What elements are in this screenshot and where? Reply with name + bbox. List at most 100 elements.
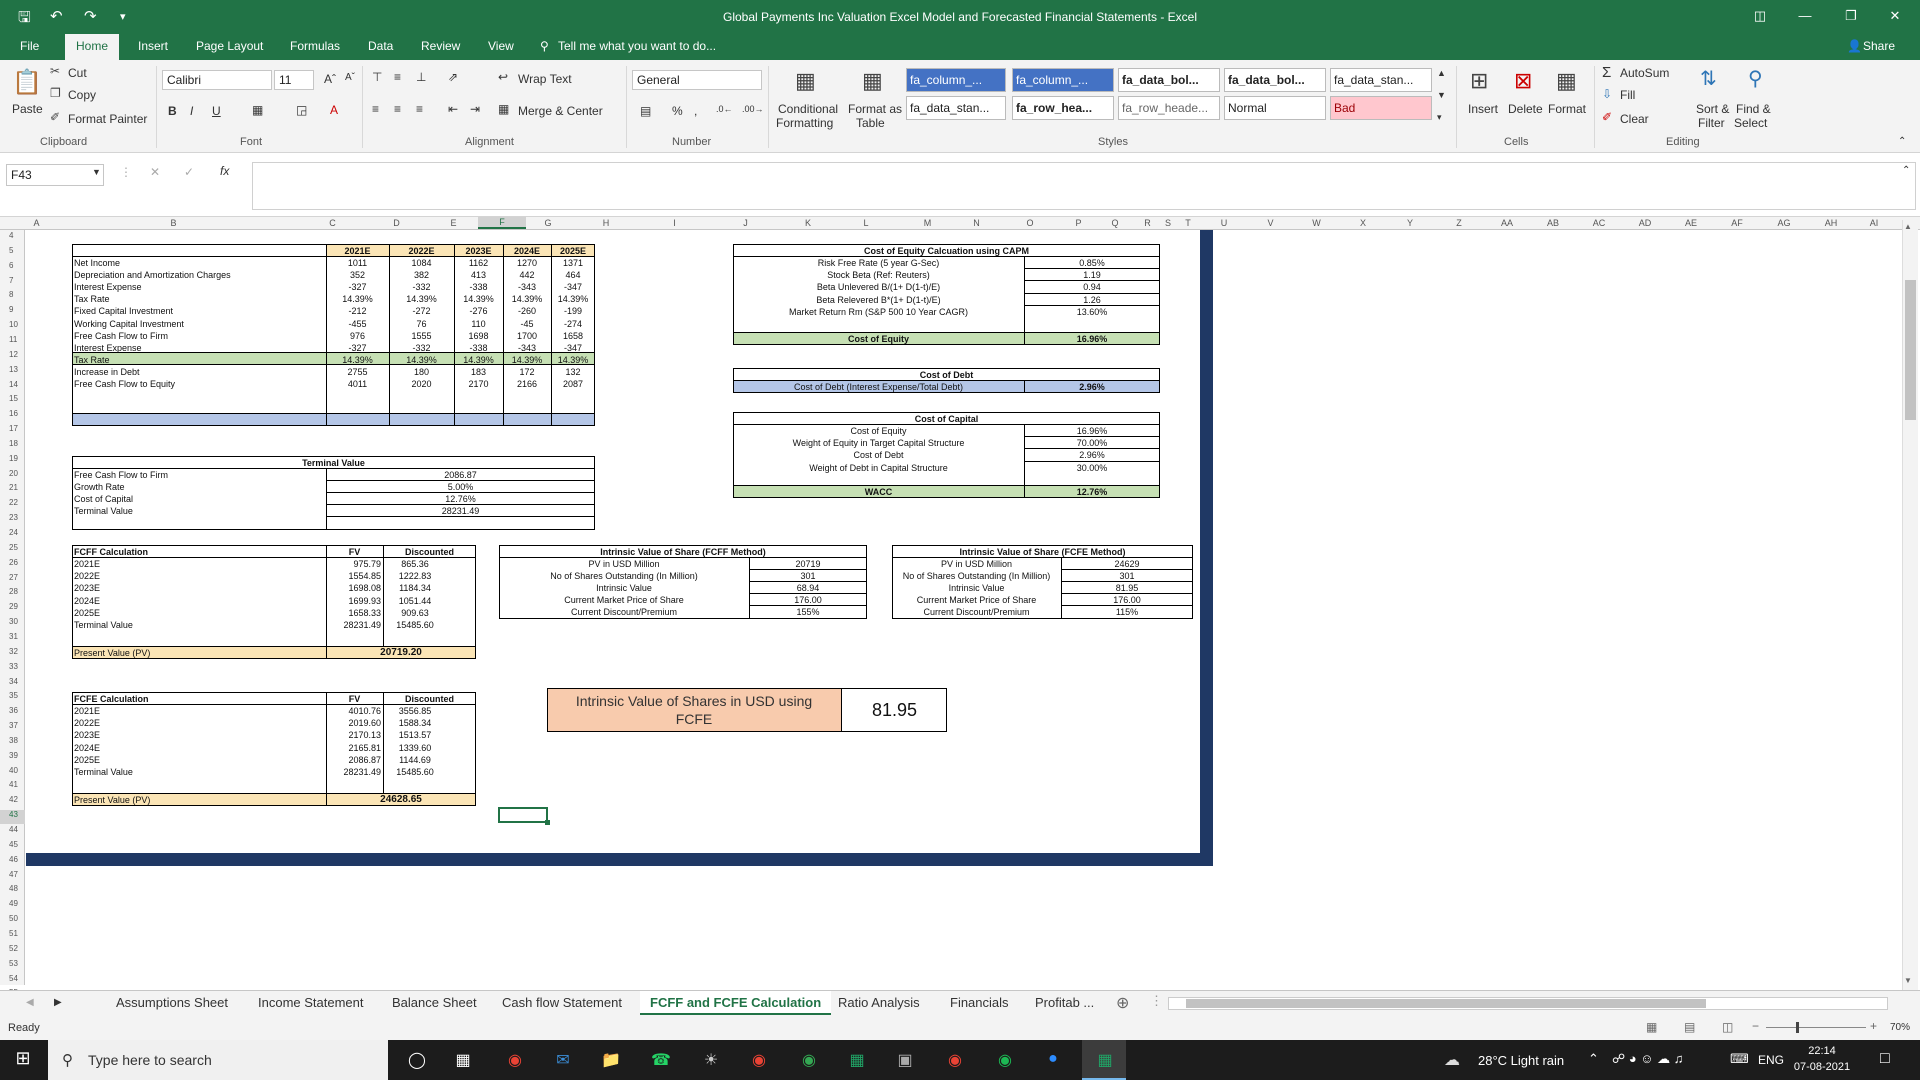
column-header-J[interactable]: J [707, 218, 784, 228]
row-header-18[interactable]: 18 [0, 439, 25, 453]
cut-icon[interactable]: ✂ [50, 64, 60, 78]
scroll-down-icon[interactable]: ▼ [1904, 976, 1912, 985]
autosum-icon[interactable]: Σ [1602, 64, 1611, 81]
column-header-O[interactable]: O [998, 218, 1062, 228]
cut-button[interactable]: Cut [68, 66, 87, 80]
tell-me-search[interactable]: Tell me what you want to do... [558, 39, 716, 53]
style-normal[interactable]: Normal [1224, 96, 1326, 120]
collapse-ribbon-icon[interactable]: ⌃ [1898, 136, 1906, 147]
whatsapp-icon[interactable]: ☎ [646, 1050, 676, 1070]
sheet-tab[interactable]: Income Statement [258, 995, 364, 1010]
row-header-41[interactable]: 41 [0, 780, 25, 794]
styles-scroll-up-icon[interactable]: ▲ [1437, 68, 1446, 78]
zoom-in-icon[interactable]: + [1870, 1019, 1877, 1033]
row-header-16[interactable]: 16 [0, 409, 25, 423]
row-header-23[interactable]: 23 [0, 513, 25, 527]
style-bad[interactable]: Bad [1330, 96, 1432, 120]
font-size-combo[interactable]: 11 [274, 70, 314, 90]
format-painter-icon[interactable]: ✐ [50, 110, 60, 124]
cancel-entry-icon[interactable]: ✕ [150, 165, 160, 179]
insert-function-icon[interactable]: fx [220, 164, 229, 178]
row-header-42[interactable]: 42 [0, 795, 25, 809]
app-2-icon[interactable]: ▣ [890, 1050, 920, 1070]
column-header-R[interactable]: R [1135, 218, 1160, 228]
column-header-AH[interactable]: AH [1808, 218, 1854, 228]
zoom-app-icon[interactable]: ● [1038, 1050, 1068, 1068]
column-header-Q[interactable]: Q [1095, 218, 1135, 228]
row-header-34[interactable]: 34 [0, 677, 25, 691]
conditional-formatting-button[interactable]: Conditional [778, 102, 838, 116]
sheet-tab[interactable]: Assumptions Sheet [116, 995, 228, 1010]
row-header-12[interactable]: 12 [0, 350, 25, 364]
ribbon-display-icon[interactable]: ◫ [1745, 8, 1775, 24]
row-header-36[interactable]: 36 [0, 706, 25, 720]
page-break-view-icon[interactable]: ◫ [1722, 1020, 1733, 1034]
tab-page-layout[interactable]: Page Layout [196, 39, 263, 53]
row-header-30[interactable]: 30 [0, 617, 25, 631]
format-cells-icon[interactable]: ▦ [1556, 68, 1577, 94]
column-header-AI[interactable]: AI [1854, 218, 1894, 228]
row-header-37[interactable]: 37 [0, 721, 25, 735]
row-header-11[interactable]: 11 [0, 335, 25, 349]
tab-view[interactable]: View [488, 39, 514, 53]
formula-bar-collapse-icon[interactable]: ⌃ [1902, 165, 1910, 176]
column-header-C[interactable]: C [301, 218, 364, 228]
mail-icon[interactable]: ✉ [548, 1050, 578, 1070]
sort-filter-button[interactable]: Sort & [1696, 102, 1729, 116]
language-indicator[interactable]: ENG [1758, 1053, 1784, 1067]
chrome-icon[interactable]: ◉ [500, 1050, 530, 1070]
weather-text[interactable]: 28°C Light rain [1478, 1053, 1564, 1068]
format-as-table-icon[interactable]: ▦ [862, 68, 883, 94]
column-header-F[interactable]: F [478, 217, 526, 229]
grow-font-icon[interactable]: Aˆ [324, 72, 336, 86]
row-header-52[interactable]: 52 [0, 944, 25, 958]
row-header-44[interactable]: 44 [0, 825, 25, 839]
merge-center-button[interactable]: Merge & Center [518, 104, 603, 118]
row-header-35[interactable]: 35 [0, 691, 25, 705]
paste-button[interactable]: Paste [12, 102, 43, 116]
comma-icon[interactable]: , [694, 104, 697, 118]
delete-cells-button[interactable]: Delete [1508, 102, 1543, 116]
row-header-15[interactable]: 15 [0, 394, 25, 408]
align-center-icon[interactable]: ≡ [394, 102, 401, 116]
clock-date[interactable]: 07-08-2021 [1792, 1061, 1852, 1073]
column-header-T[interactable]: T [1176, 218, 1200, 228]
row-header-53[interactable]: 53 [0, 959, 25, 973]
notifications-icon[interactable]: □ [1880, 1050, 1890, 1068]
app-icon[interactable]: ☀ [696, 1050, 726, 1070]
row-header-49[interactable]: 49 [0, 899, 25, 913]
sheets-icon[interactable]: ▦ [842, 1050, 872, 1070]
align-right-icon[interactable]: ≡ [416, 102, 423, 116]
styles-more-icon[interactable]: ▾ [1437, 112, 1442, 123]
cortana-icon[interactable]: ◯ [402, 1050, 432, 1070]
row-header-7[interactable]: 7 [0, 276, 25, 290]
fill-handle[interactable] [545, 820, 550, 825]
tab-file[interactable]: File [20, 39, 39, 53]
orientation-icon[interactable]: ⇗ [448, 70, 458, 84]
sheet-tab[interactable]: Ratio Analysis [838, 995, 920, 1010]
keyboard-icon[interactable]: ⌨ [1730, 1051, 1749, 1067]
bold-icon[interactable]: B [168, 104, 177, 118]
formula-input[interactable] [252, 162, 1916, 210]
currency-icon[interactable]: ▤ [640, 104, 651, 118]
format-cells-button[interactable]: Format [1548, 102, 1586, 116]
tab-split-icon[interactable]: ⋮ [1150, 993, 1163, 1009]
autosum-button[interactable]: AutoSum [1620, 66, 1669, 80]
tab-formulas[interactable]: Formulas [290, 39, 340, 53]
row-header-25[interactable]: 25 [0, 543, 25, 557]
insert-cells-button[interactable]: Insert [1468, 102, 1498, 116]
sheet-tab[interactable]: Financials [950, 995, 1009, 1010]
excel-icon[interactable]: ▦ [1090, 1050, 1120, 1070]
row-header-9[interactable]: 9 [0, 305, 25, 319]
row-header-6[interactable]: 6 [0, 261, 25, 275]
zoom-out-icon[interactable]: − [1752, 1019, 1759, 1033]
row-header-51[interactable]: 51 [0, 929, 25, 943]
insert-cells-icon[interactable]: ⊞ [1470, 68, 1488, 94]
worksheet-grid[interactable]: 2021E 2022E 2023E 2024E 2025E Net Income 1011 1… [26, 230, 1201, 865]
new-sheet-icon[interactable]: ⊕ [1116, 993, 1129, 1013]
page-layout-view-icon[interactable]: ▤ [1684, 1020, 1695, 1034]
normal-view-icon[interactable]: ▦ [1646, 1020, 1657, 1034]
format-painter-button[interactable]: Format Painter [68, 112, 147, 126]
fill-button[interactable]: Fill [1620, 88, 1635, 102]
column-header-P[interactable]: P [1062, 218, 1095, 228]
